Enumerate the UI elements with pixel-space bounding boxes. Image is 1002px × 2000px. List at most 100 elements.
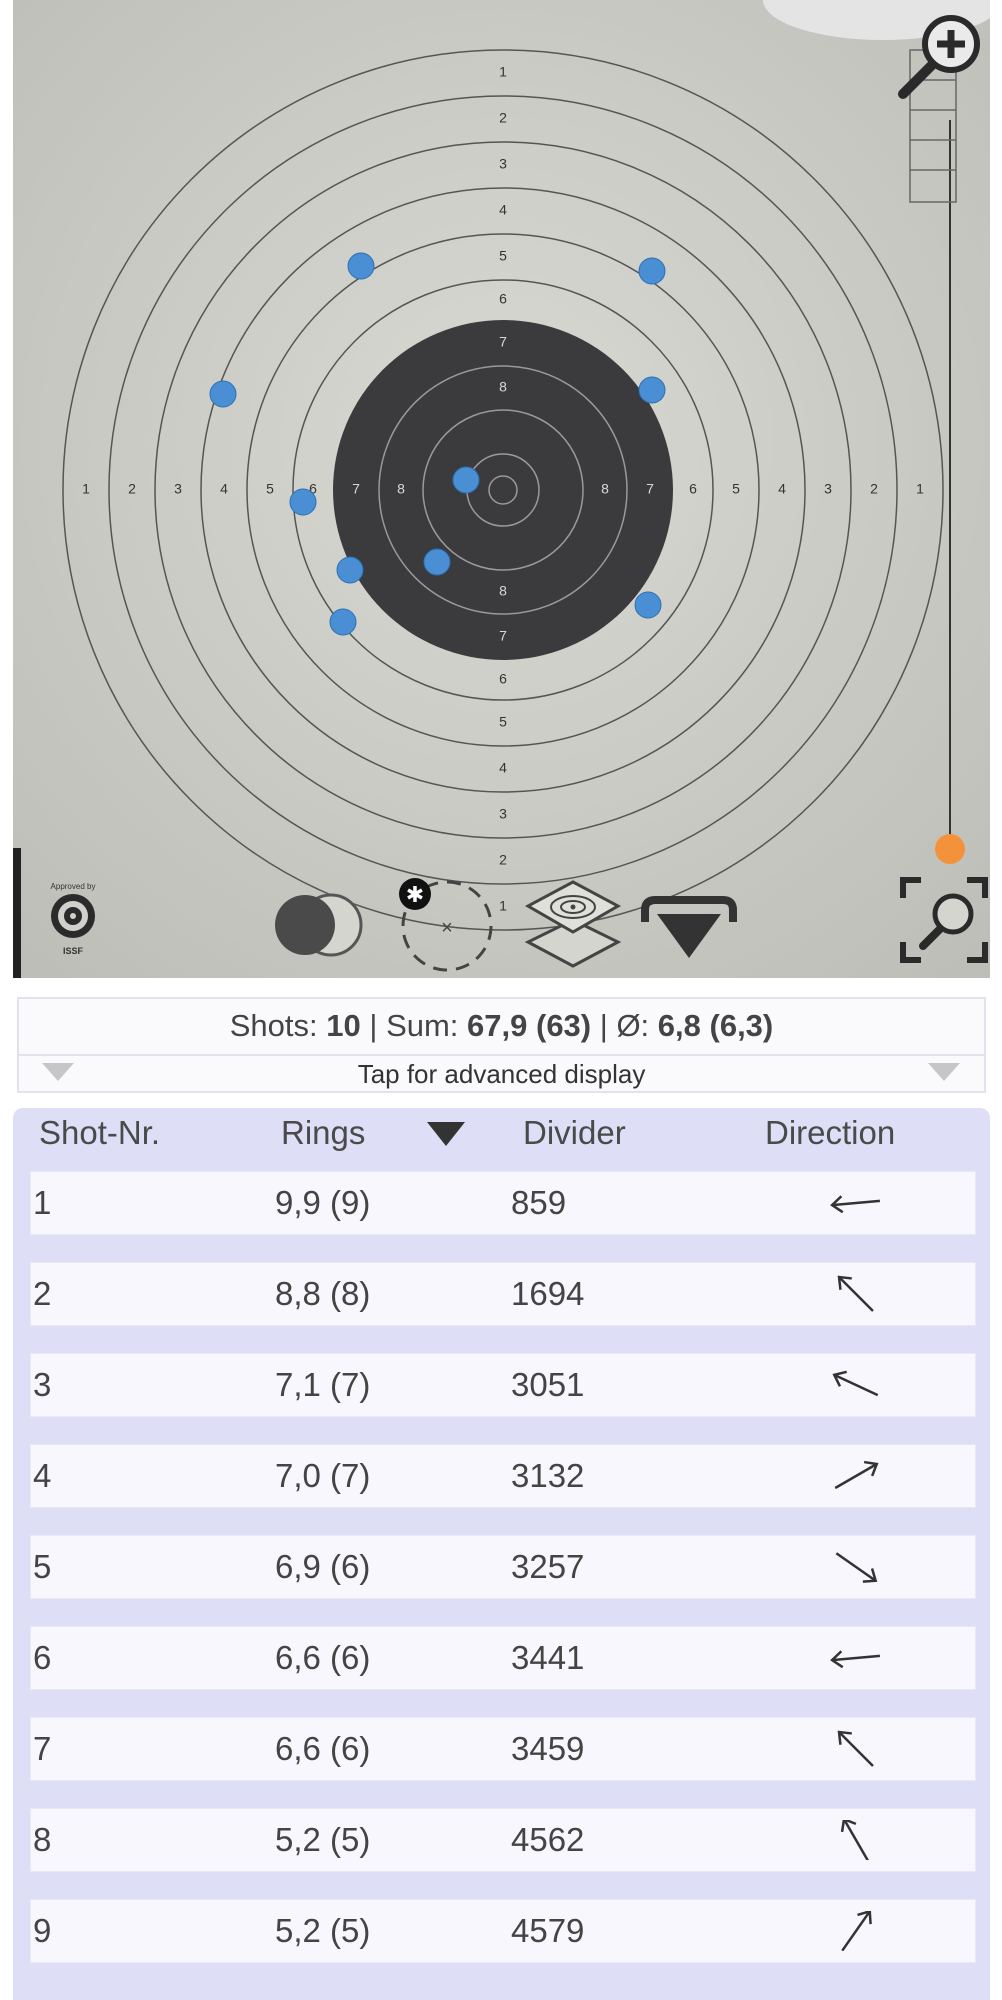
- shot-marker[interactable]: [347, 252, 375, 280]
- shot-marker-mode-icon[interactable]: × ✱: [387, 874, 497, 974]
- target-face: 111 1222 2333 3444 4555 5666 6777 7888 8: [13, 0, 990, 978]
- ring-number: 2: [128, 481, 136, 497]
- table-row[interactable]: 3 7,1 (7) 3051: [31, 1354, 975, 1416]
- direction-arrow-icon: [832, 1370, 879, 1397]
- direction-arrow-icon: [837, 1730, 874, 1767]
- cell-rings: 7,1 (7): [275, 1366, 371, 1403]
- advanced-display-toggle[interactable]: Tap for advanced display: [19, 1056, 984, 1093]
- header-rings[interactable]: Rings: [281, 1108, 365, 1168]
- header-shot-nr[interactable]: Shot-Nr.: [39, 1108, 160, 1168]
- average-value: 6,8 (6,3): [657, 1008, 774, 1043]
- issf-label: ISSF: [62, 946, 83, 956]
- ring-number: 4: [220, 481, 228, 497]
- ring-number: 1: [499, 898, 507, 914]
- cell-rings: 5,2 (5): [275, 1912, 371, 1949]
- ring-number: 5: [499, 248, 507, 264]
- ring-number: 5: [266, 481, 274, 497]
- expand-left-icon[interactable]: [42, 1063, 74, 1081]
- shots-value: 10: [326, 1008, 361, 1043]
- zoom-slider-handle[interactable]: [935, 834, 965, 864]
- ring-number: 2: [499, 110, 507, 126]
- header-direction[interactable]: Direction: [765, 1108, 895, 1168]
- cell-divider: 1694: [511, 1275, 585, 1312]
- cell-divider: 3441: [511, 1639, 585, 1676]
- cell-divider: 3132: [511, 1457, 585, 1494]
- direction-arrow-icon: [840, 1820, 870, 1860]
- black-bull: [333, 320, 673, 660]
- ring-number: 4: [499, 760, 507, 776]
- direction-arrow-icon: [837, 1275, 874, 1312]
- cell-rings: 7,0 (7): [275, 1457, 371, 1494]
- direction-arrow-icon: [830, 1650, 881, 1669]
- ring-number: 3: [499, 806, 507, 822]
- ring-number: 3: [499, 156, 507, 172]
- ring-number: 1: [916, 481, 924, 497]
- direction-arrow-icon: [841, 1911, 872, 1951]
- cell-divider: 4579: [511, 1912, 585, 1949]
- svg-text:×: ×: [441, 917, 453, 939]
- ring-number: 4: [499, 202, 507, 218]
- table-row[interactable]: 8 5,2 (5) 4562: [31, 1809, 975, 1871]
- ring-number: 8: [499, 379, 507, 395]
- summary-line: Shots: 10 | Sum: 67,9 (63) | Ø: 6,8 (6,3…: [19, 1003, 984, 1049]
- ring-number: 8: [397, 481, 405, 497]
- cell-shot-nr: 7: [33, 1730, 52, 1767]
- ring-number: 3: [174, 481, 182, 497]
- table-row[interactable]: 5 6,9 (6) 3257: [31, 1536, 975, 1598]
- ring-number: 7: [499, 334, 507, 350]
- header-divider[interactable]: Divider: [523, 1108, 626, 1168]
- table-row[interactable]: 6 6,6 (6) 3441: [31, 1627, 975, 1689]
- cell-shot-nr: 1: [33, 1184, 52, 1221]
- shot-table: Shot-Nr. Rings Divider Direction 1 9,9 (9…: [13, 1108, 990, 2000]
- table-row[interactable]: 7 6,6 (6) 3459: [31, 1718, 975, 1780]
- ring-number: 4: [778, 481, 786, 497]
- table-row[interactable]: 1 9,9 (9) 859: [31, 1172, 975, 1234]
- ring-number: 6: [499, 291, 507, 307]
- shot-marker[interactable]: [289, 488, 317, 516]
- ring-number: 8: [601, 481, 609, 497]
- direction-arrow-icon: [834, 1460, 879, 1490]
- cell-rings: 8,8 (8): [275, 1275, 371, 1312]
- shot-marker[interactable]: [336, 556, 364, 584]
- shot-color-toggle-icon[interactable]: [271, 890, 367, 960]
- average-label: Ø:: [616, 1008, 650, 1043]
- shot-marker[interactable]: [638, 257, 666, 285]
- cell-rings: 5,2 (5): [275, 1821, 371, 1858]
- ring-number: 7: [352, 481, 360, 497]
- shot-marker[interactable]: [209, 380, 237, 408]
- shot-marker[interactable]: [452, 466, 480, 494]
- zoom-in-icon[interactable]: [893, 10, 987, 104]
- cell-shot-nr: 9: [33, 1912, 52, 1949]
- cell-rings: 6,6 (6): [275, 1730, 371, 1767]
- cell-rings: 9,9 (9): [275, 1184, 371, 1221]
- cell-shot-nr: 4: [33, 1457, 52, 1494]
- shot-marker[interactable]: [329, 608, 357, 636]
- table-row[interactable]: 4 7,0 (7) 3132: [31, 1445, 975, 1507]
- ring-number: 5: [499, 714, 507, 730]
- separator: |: [599, 1008, 608, 1043]
- shots-label: Shots:: [229, 1008, 318, 1043]
- shot-marker[interactable]: [634, 591, 662, 619]
- cell-divider: 4562: [511, 1821, 585, 1858]
- zoom-fit-icon[interactable]: [897, 874, 990, 966]
- ring-number: 7: [646, 481, 654, 497]
- expand-right-icon[interactable]: [928, 1063, 960, 1081]
- cell-shot-nr: 6: [33, 1639, 52, 1676]
- shot-marker[interactable]: [423, 548, 451, 576]
- cell-rings: 6,6 (6): [275, 1639, 371, 1676]
- issf-target-icon: [51, 894, 95, 938]
- shot-summary[interactable]: Shots: 10 | Sum: 67,9 (63) | Ø: 6,8 (6,3…: [17, 997, 986, 1093]
- direction-arrow-icon: [830, 1195, 881, 1214]
- ring-number: 1: [82, 481, 90, 497]
- shot-marker[interactable]: [638, 376, 666, 404]
- table-row[interactable]: 9 5,2 (5) 4579: [31, 1900, 975, 1962]
- ring-number: 2: [499, 852, 507, 868]
- ring-number: 6: [499, 671, 507, 687]
- dropdown-icon[interactable]: [637, 892, 741, 964]
- cell-divider: 3257: [511, 1548, 585, 1585]
- target-layers-icon[interactable]: [518, 876, 628, 970]
- sort-descending-icon[interactable]: [427, 1122, 465, 1146]
- target-view[interactable]: 11112222333344445555666677778888 Approve…: [13, 0, 990, 978]
- cell-divider: 3459: [511, 1730, 585, 1767]
- table-row[interactable]: 2 8,8 (8) 1694: [31, 1263, 975, 1325]
